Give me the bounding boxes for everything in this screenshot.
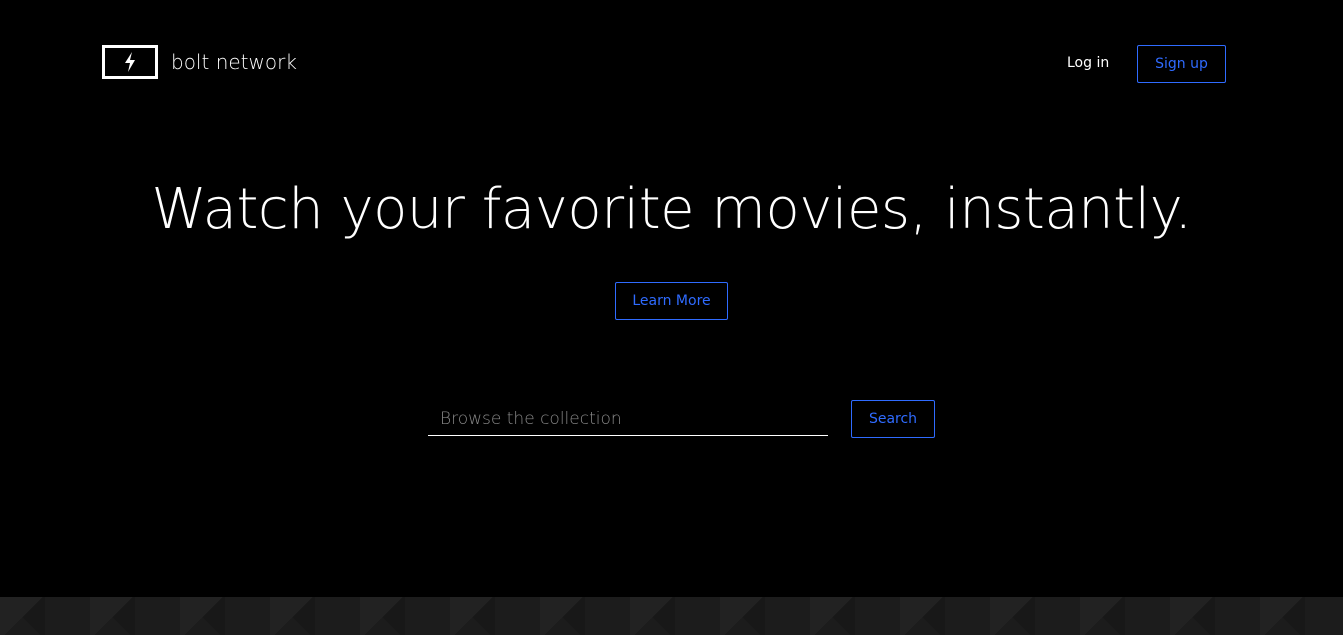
lightning-bolt-icon — [102, 45, 158, 79]
hero-section: bolt network Log in Sign up Watch your f… — [0, 0, 1343, 597]
hero-headline: Watch your favorite movies, instantly. — [151, 177, 1192, 242]
brand-name: bolt network — [171, 50, 297, 74]
signup-button[interactable]: Sign up — [1137, 45, 1226, 83]
brand-logo-link[interactable]: bolt network — [102, 45, 297, 79]
background-pattern-strip — [0, 597, 1343, 635]
login-link[interactable]: Log in — [1067, 53, 1109, 73]
lightning-bolt-glyph — [125, 52, 135, 72]
search-button[interactable]: Search — [851, 400, 935, 438]
search-input[interactable] — [428, 403, 828, 436]
page: bolt network Log in Sign up Watch your f… — [0, 0, 1343, 635]
learn-more-button[interactable]: Learn More — [615, 282, 728, 320]
